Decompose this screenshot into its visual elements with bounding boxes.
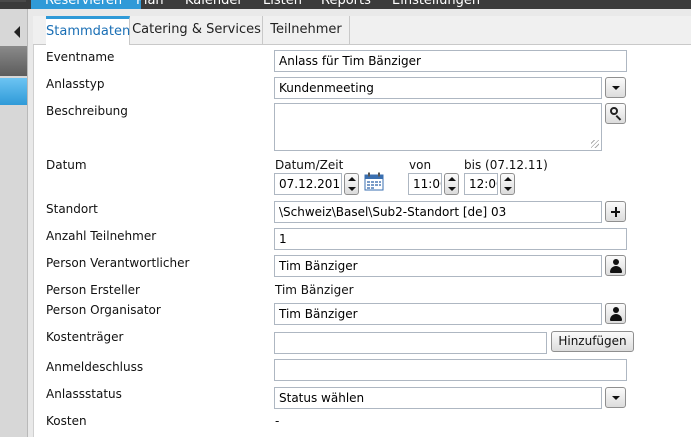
label-kostentraeger: Kostenträger <box>46 330 124 344</box>
top-menu-bar: Reservieren Plan Kalender Listen Reports… <box>0 0 691 9</box>
plus-icon-vertical <box>615 207 617 217</box>
stepper-down-icon[interactable] <box>504 187 512 191</box>
chevron-down-icon <box>612 86 620 90</box>
stepper-down-icon[interactable] <box>448 187 456 191</box>
anlasstyp-select[interactable]: Kundenmeeting <box>274 77 602 99</box>
tab-strip: Stammdaten Catering & Services Teilnehme… <box>33 16 691 45</box>
label-anlasstyp: Anlasstyp <box>46 77 105 91</box>
label-datum: Datum <box>46 158 87 172</box>
stepper-up-icon[interactable] <box>348 177 356 181</box>
label-anlassstatus: Anlassstatus <box>46 387 122 401</box>
tab-stammdaten[interactable]: Stammdaten <box>46 16 130 45</box>
standort-add-button[interactable] <box>605 201 626 222</box>
bis-column-header: bis (07.12.11) <box>464 158 548 172</box>
bis-stepper[interactable] <box>500 173 515 195</box>
home-icon[interactable] <box>0 0 26 2</box>
anzahl-teilnehmer-field[interactable]: 1 <box>274 228 627 250</box>
calendar-icon[interactable] <box>364 172 384 191</box>
tab-catering-services[interactable]: Catering & Services <box>131 16 263 44</box>
label-anzahl-teilnehmer: Anzahl Teilnehmer <box>46 229 157 243</box>
chevron-down-icon <box>612 396 620 400</box>
anlasstyp-dropdown-button[interactable] <box>605 77 626 98</box>
anlassstatus-select[interactable]: Status wählen <box>274 387 602 409</box>
person-ersteller-value: Tim Bänziger <box>275 283 354 297</box>
von-time-field[interactable]: 11:00 <box>408 173 442 195</box>
datum-field[interactable]: 07.12.2011 <box>274 173 342 195</box>
person-icon <box>613 307 619 313</box>
top-tab-reservieren[interactable]: Reservieren <box>31 0 141 9</box>
label-person-ersteller: Person Ersteller <box>46 283 140 297</box>
stepper-down-icon[interactable] <box>348 187 356 191</box>
label-eventname: Eventname <box>46 50 115 64</box>
top-tab-reports[interactable]: Reports <box>321 0 371 9</box>
top-tab-einstellungen[interactable]: Einstellungen <box>392 0 480 9</box>
verantwortlicher-person-button[interactable] <box>605 255 626 276</box>
person-verantwortlicher-field[interactable]: Tim Bänziger <box>274 255 602 277</box>
label-person-organisator: Person Organisator <box>46 303 161 317</box>
search-icon <box>610 107 618 115</box>
person-icon-body <box>610 266 622 273</box>
label-anmeldeschluss: Anmeldeschluss <box>46 360 144 374</box>
top-tab-kalender[interactable]: Kalender <box>185 0 243 9</box>
datum-column-header: Datum/Zeit <box>275 158 344 172</box>
kostentraeger-field[interactable] <box>274 332 547 354</box>
von-stepper[interactable] <box>444 173 459 195</box>
top-tab-listen[interactable]: Listen <box>263 0 302 9</box>
von-column-header: von <box>409 158 432 172</box>
tab-teilnehmer[interactable]: Teilnehmer <box>263 16 350 44</box>
left-sidebar <box>0 9 28 437</box>
hinzufuegen-button[interactable]: Hinzufügen <box>551 331 634 352</box>
label-standort: Standort <box>46 202 98 216</box>
stepper-up-icon[interactable] <box>504 177 512 181</box>
sidebar-button-active[interactable] <box>0 78 27 105</box>
label-kosten: Kosten <box>46 414 87 428</box>
label-person-verantwortlicher: Person Verantwortlicher <box>46 256 190 270</box>
datum-stepper[interactable] <box>344 173 359 195</box>
beschreibung-textarea[interactable] <box>274 103 602 151</box>
top-tab-plan[interactable]: Plan <box>136 0 164 9</box>
kosten-value: - <box>275 414 280 428</box>
search-icon-handle <box>615 115 622 121</box>
standort-field[interactable]: \Schweiz\Basel\Sub2-Standort [de] 03 <box>274 201 602 223</box>
eventname-field[interactable]: Anlass für Tim Bänziger <box>274 50 627 72</box>
person-icon-body <box>610 314 622 321</box>
label-beschreibung: Beschreibung <box>46 104 128 118</box>
organisator-person-button[interactable] <box>605 303 626 324</box>
anmeldeschluss-field[interactable] <box>274 359 627 381</box>
stepper-up-icon[interactable] <box>448 177 456 181</box>
resize-grip-icon[interactable] <box>591 140 599 148</box>
bis-time-field[interactable]: 12:00 <box>464 173 498 195</box>
person-icon <box>613 259 619 265</box>
beschreibung-search-button[interactable] <box>605 103 626 124</box>
anlassstatus-dropdown-button[interactable] <box>605 387 626 408</box>
collapse-arrow-icon[interactable] <box>14 26 20 38</box>
person-organisator-field[interactable]: Tim Bänziger <box>274 303 602 325</box>
sidebar-button-dark[interactable] <box>0 46 27 76</box>
